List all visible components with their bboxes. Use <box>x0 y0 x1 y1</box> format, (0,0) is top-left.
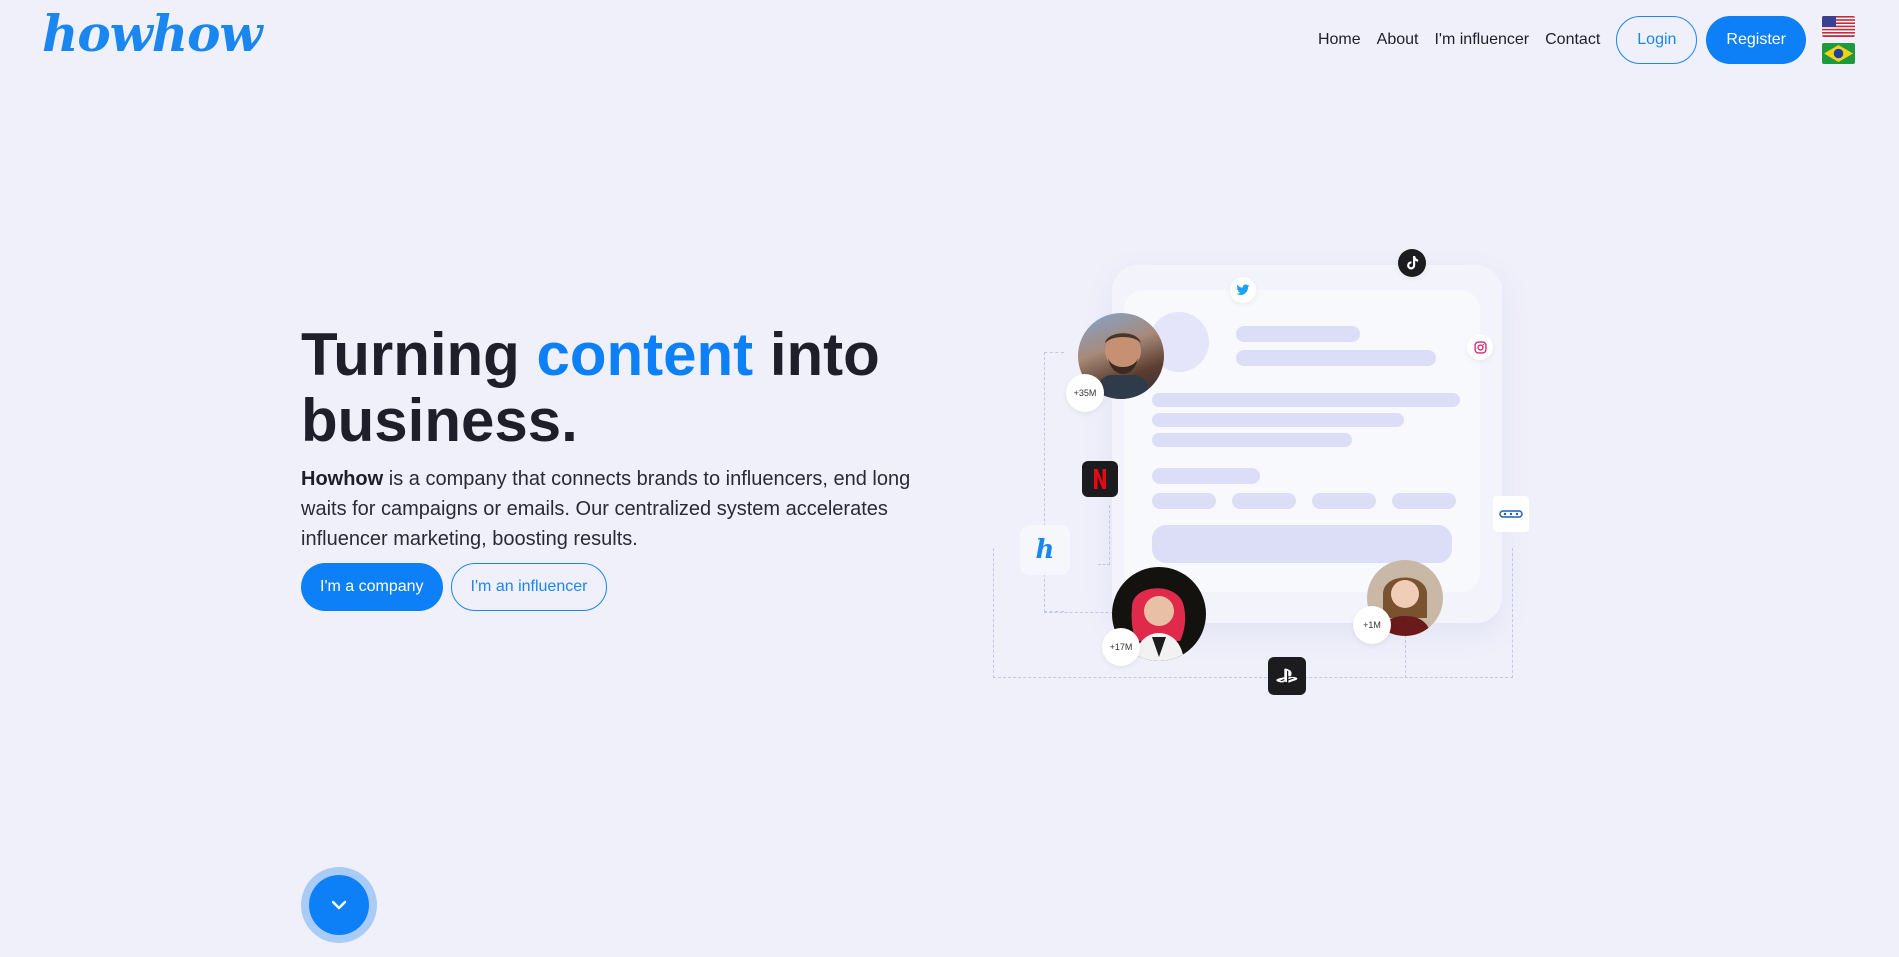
hero-actions: I'm a company I'm an influencer <box>301 563 608 611</box>
connector-line <box>1098 505 1110 565</box>
instagram-icon <box>1467 334 1493 360</box>
register-button[interactable]: Register <box>1706 16 1806 64</box>
scroll-down-button[interactable] <box>301 867 377 943</box>
skeleton-line <box>1236 350 1436 366</box>
oreo-icon <box>1493 496 1529 532</box>
skeleton-line <box>1152 413 1404 427</box>
twitter-icon <box>1230 277 1256 303</box>
netflix-icon <box>1082 461 1118 497</box>
playstation-icon <box>1268 657 1306 695</box>
language-switcher <box>1822 16 1855 64</box>
skeleton-pill <box>1232 493 1296 509</box>
title-accent: content <box>536 321 754 388</box>
skeleton-pill <box>1392 493 1456 509</box>
skeleton-button <box>1152 525 1452 563</box>
login-button[interactable]: Login <box>1616 16 1698 64</box>
main-nav: Home About I'm influencer Contact Login … <box>1318 16 1855 64</box>
howhow-icon: h <box>1020 525 1070 575</box>
influencer-button[interactable]: I'm an influencer <box>450 563 608 611</box>
skeleton-line <box>1152 468 1260 484</box>
us-flag-icon[interactable] <box>1822 16 1855 37</box>
title-before: Turning <box>301 321 537 388</box>
profile-card <box>1124 290 1480 592</box>
hero-illustration: h +35M +17M +1M <box>990 245 1550 695</box>
nav-influencer[interactable]: I'm influencer <box>1434 31 1529 49</box>
scroll-down-inner <box>309 875 369 935</box>
skeleton-line <box>1152 393 1460 407</box>
tiktok-icon <box>1398 249 1426 277</box>
company-button[interactable]: I'm a company <box>301 563 443 611</box>
nav-home[interactable]: Home <box>1318 31 1361 49</box>
nav-about[interactable]: About <box>1377 31 1419 49</box>
description-text: is a company that connects brands to inf… <box>301 468 911 550</box>
skeleton-pill <box>1312 493 1376 509</box>
howhow-logo[interactable]: howhow <box>42 4 262 63</box>
chevron-down-icon <box>331 900 347 910</box>
brazil-flag-icon[interactable] <box>1822 43 1855 64</box>
follower-count: +17M <box>1102 628 1140 666</box>
nav-contact[interactable]: Contact <box>1545 31 1600 49</box>
skeleton-line <box>1152 433 1352 447</box>
hero-title: Turning content into business. <box>301 322 941 454</box>
skeleton-pill <box>1152 493 1216 509</box>
hero-description: Howhow is a company that connects brands… <box>301 464 941 554</box>
follower-count: +1M <box>1353 606 1391 644</box>
skeleton-line <box>1236 326 1360 342</box>
follower-count: +35M <box>1066 374 1104 412</box>
brand-name: Howhow <box>301 468 384 490</box>
